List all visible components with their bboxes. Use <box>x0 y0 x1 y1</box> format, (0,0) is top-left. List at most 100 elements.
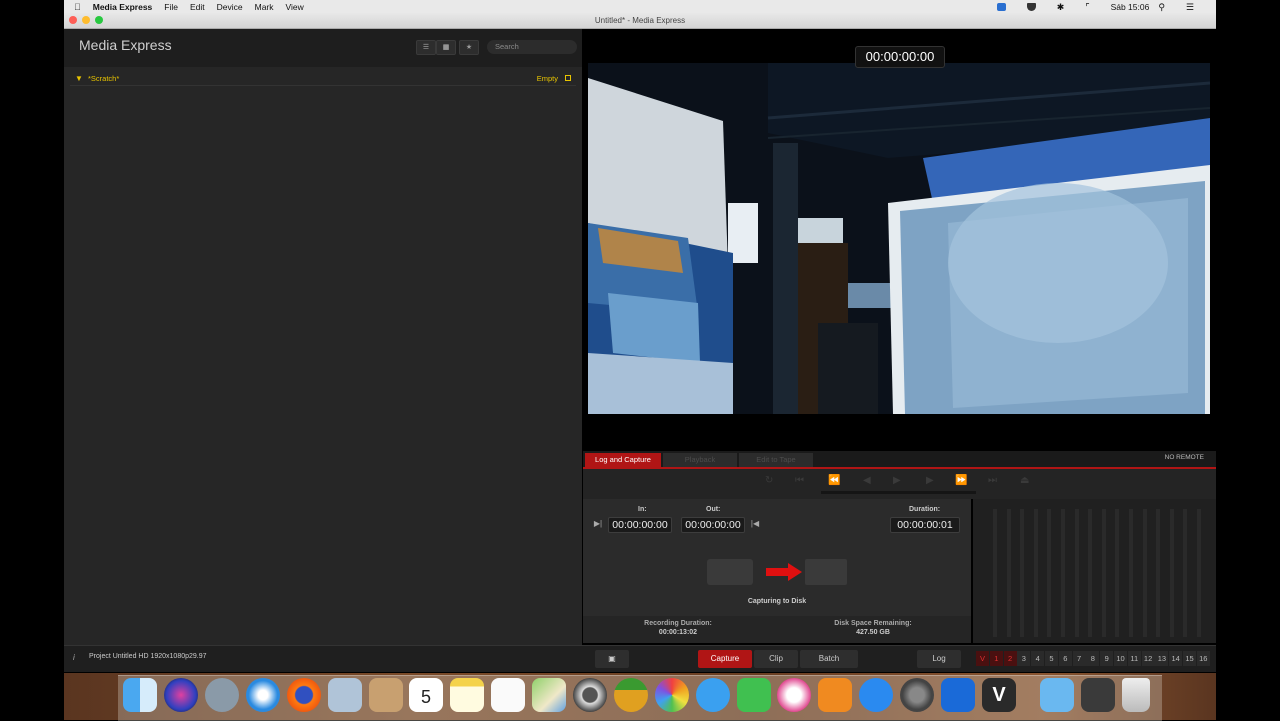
notification-center-icon[interactable]: ☰ <box>1186 2 1194 11</box>
tab-edit-to-tape[interactable]: Edit to Tape <box>739 453 813 467</box>
channel-14-toggle[interactable]: 14 <box>1169 651 1183 666</box>
list-view-button[interactable]: ☰ <box>416 40 436 55</box>
bluetooth-icon[interactable]: ✱ <box>1057 2 1065 11</box>
finder-icon[interactable] <box>123 678 157 712</box>
play-icon[interactable]: ▶ <box>893 475 901 486</box>
search-input[interactable]: Search <box>487 40 577 54</box>
status-app-icon[interactable] <box>996 2 1006 11</box>
tape-deck-icon <box>707 559 753 585</box>
menu-file[interactable]: File <box>164 2 178 12</box>
bottom-bar: i Project Untitled HD 1920x1080p29.97 ▣ … <box>64 645 1216 672</box>
channel-v-toggle[interactable]: V <box>976 651 989 666</box>
favorites-star-button[interactable]: ★ <box>459 40 479 55</box>
rewind-icon[interactable]: ⏪ <box>828 475 840 486</box>
channel-3-toggle[interactable]: 3 <box>1017 651 1031 666</box>
video-frame-image <box>588 63 1210 414</box>
channel-5-toggle[interactable]: 5 <box>1045 651 1058 666</box>
audio-meter-channel <box>1156 509 1161 637</box>
trash-icon[interactable] <box>1122 678 1150 712</box>
pineapple-app-icon[interactable] <box>614 678 648 712</box>
tab-log-and-capture[interactable]: Log and Capture <box>585 453 661 467</box>
firefox-icon[interactable] <box>287 678 321 712</box>
contacts-icon[interactable] <box>369 678 403 712</box>
media-express-icon[interactable] <box>573 678 607 712</box>
menu-view[interactable]: View <box>286 2 304 12</box>
siri-icon[interactable] <box>164 678 198 712</box>
disclosure-triangle-icon[interactable]: ▼ <box>75 74 83 83</box>
channel-15-toggle[interactable]: 15 <box>1183 651 1196 666</box>
channel-7-toggle[interactable]: 7 <box>1072 651 1086 666</box>
menu-app-name[interactable]: Media Express <box>93 2 153 12</box>
channel-9-toggle[interactable]: 9 <box>1100 651 1114 666</box>
ibooks-icon[interactable] <box>818 678 852 712</box>
wifi-icon[interactable]: ⌜ <box>1085 2 1089 11</box>
vimeo-icon[interactable]: V <box>982 678 1016 712</box>
system-preferences-icon[interactable] <box>900 678 934 712</box>
apple-menu-icon[interactable]:  <box>74 2 81 12</box>
channel-13-toggle[interactable]: 13 <box>1155 651 1169 666</box>
jog-shuttle-slider[interactable] <box>821 491 976 494</box>
recording-duration-label: Recording Duration: <box>644 620 712 627</box>
channel-6-toggle[interactable]: 6 <box>1058 651 1072 666</box>
channel-10-toggle[interactable]: 10 <box>1114 651 1127 666</box>
fast-forward-icon[interactable]: ⏩ <box>955 475 967 486</box>
zoom-window-button[interactable] <box>95 16 103 24</box>
device-stack-icon[interactable] <box>1081 678 1115 712</box>
set-in-button[interactable]: ▶| <box>592 518 604 530</box>
launchpad-icon[interactable] <box>205 678 239 712</box>
in-timecode-field[interactable]: 00:00:00:00 <box>608 517 672 533</box>
facetime-icon[interactable] <box>737 678 771 712</box>
minimize-window-button[interactable] <box>82 16 90 24</box>
capture-button[interactable]: Capture <box>698 650 752 668</box>
channel-4-toggle[interactable]: 4 <box>1031 651 1045 666</box>
messages-icon[interactable] <box>696 678 730 712</box>
window-title: Untitled* - Media Express <box>594 16 686 25</box>
mail-stamp-icon[interactable] <box>328 678 362 712</box>
info-icon[interactable]: i <box>73 653 75 662</box>
notes-icon[interactable] <box>450 678 484 712</box>
duration-timecode-field[interactable]: 00:00:00:01 <box>890 517 960 533</box>
in-label: In: <box>638 506 647 513</box>
maps-icon[interactable] <box>532 678 566 712</box>
loop-icon[interactable]: ↻ <box>765 475 773 486</box>
thumbnail-view-button[interactable]: ▦ <box>436 40 456 55</box>
audio-meter-channel <box>1020 509 1025 637</box>
calendar-icon[interactable]: 5 <box>409 678 443 712</box>
channel-11-toggle[interactable]: 11 <box>1127 651 1141 666</box>
menu-edit[interactable]: Edit <box>190 2 205 12</box>
set-out-button[interactable]: |◀ <box>749 518 761 530</box>
snapshot-camera-button[interactable]: ▣ <box>595 650 629 668</box>
app-store-icon[interactable] <box>859 678 893 712</box>
close-window-button[interactable] <box>69 16 77 24</box>
step-back-icon[interactable]: ◀ <box>863 475 871 486</box>
menu-mark[interactable]: Mark <box>255 2 274 12</box>
log-button[interactable]: Log <box>917 650 961 668</box>
safari-icon[interactable] <box>246 678 280 712</box>
channel-2-toggle[interactable]: 2 <box>1003 651 1017 666</box>
reminders-icon[interactable] <box>491 678 525 712</box>
shield-icon[interactable] <box>1026 2 1036 11</box>
batch-button[interactable]: Batch <box>800 650 858 668</box>
menu-bar:  Media Express File Edit Device Mark Vi… <box>64 0 1216 13</box>
clip-button[interactable]: Clip <box>754 650 798 668</box>
go-to-start-icon[interactable]: ⏮ <box>795 475 804 486</box>
eject-icon[interactable]: ⏏ <box>1020 475 1029 486</box>
channel-1-toggle[interactable]: 1 <box>989 651 1003 666</box>
scratch-bin-row[interactable]: ▼ *Scratch* Empty <box>70 73 576 86</box>
channel-8-toggle[interactable]: 8 <box>1086 651 1100 666</box>
folder-icon[interactable] <box>1040 678 1074 712</box>
channel-12-toggle[interactable]: 12 <box>1141 651 1155 666</box>
itunes-icon[interactable] <box>777 678 811 712</box>
teamviewer-icon[interactable] <box>941 678 975 712</box>
menubar-clock[interactable]: Sáb 15:06 <box>1111 2 1150 12</box>
go-to-end-icon[interactable]: ⏭ <box>988 475 997 486</box>
menu-device[interactable]: Device <box>217 2 243 12</box>
channel-16-toggle[interactable]: 16 <box>1196 651 1210 666</box>
library-title: Media Express <box>79 37 172 53</box>
audio-meter-channel <box>1061 509 1065 637</box>
out-timecode-field[interactable]: 00:00:00:00 <box>681 517 745 533</box>
step-forward-icon[interactable]: ▶ <box>926 475 934 486</box>
spotlight-search-icon[interactable]: ⚲ <box>1158 2 1165 11</box>
photos-icon[interactable] <box>655 678 689 712</box>
tab-playback[interactable]: Playback <box>663 453 737 467</box>
